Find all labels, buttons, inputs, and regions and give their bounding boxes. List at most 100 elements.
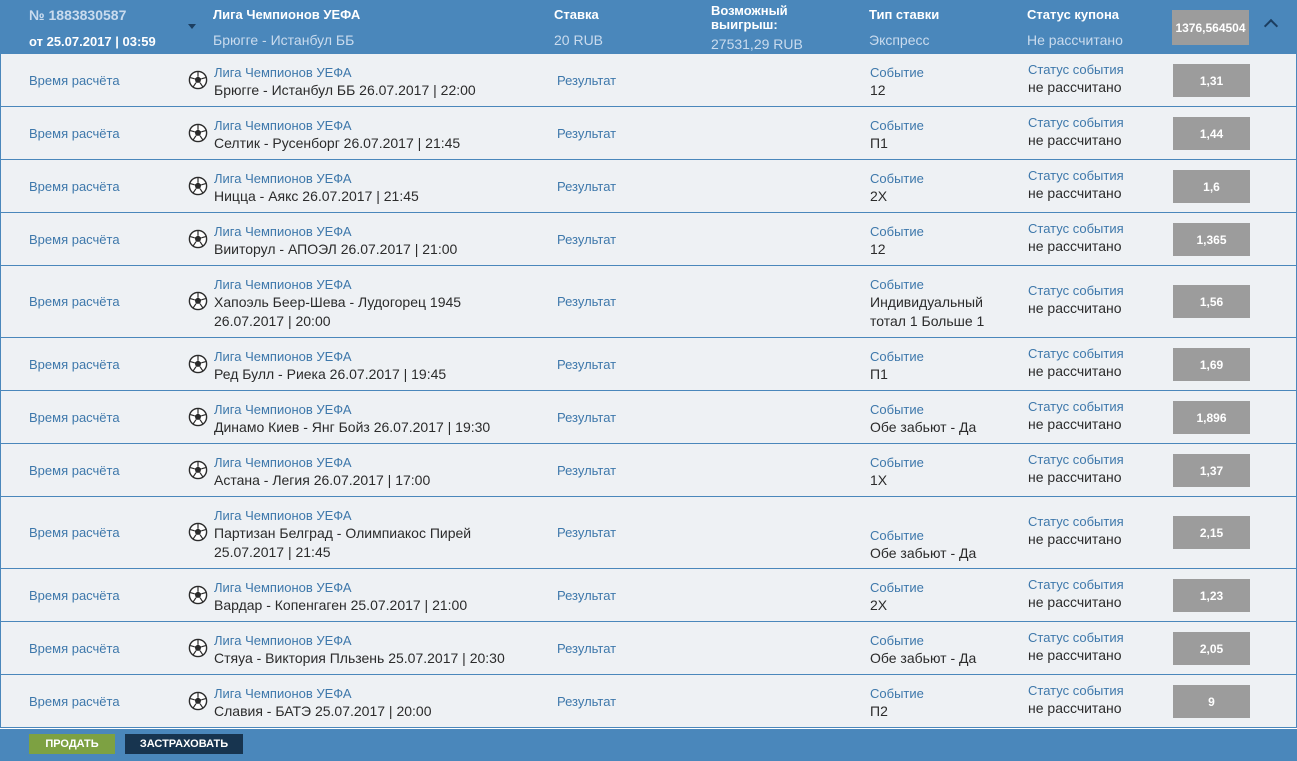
possible-win-value: 27531,29 RUB [711,36,803,52]
event-status-label: Статус события [1028,283,1124,298]
event-row: Время расчёта Лига Чемпионов УЕФА Селтик -… [0,107,1297,160]
event-tournament[interactable]: Лига Чемпионов УЕФА [214,118,352,133]
event-status-value: не рассчитано [1028,647,1122,663]
event-tournament[interactable]: Лига Чемпионов УЕФА [214,633,352,648]
event-status-value: не рассчитано [1028,132,1122,148]
event-tournament[interactable]: Лига Чемпионов УЕФА [214,686,352,701]
result-link[interactable]: Результат [557,410,616,425]
result-link[interactable]: Результат [557,588,616,603]
calc-time-link[interactable]: Время расчёта [29,126,120,141]
event-status-value: не рассчитано [1028,531,1122,547]
event-tournament[interactable]: Лига Чемпионов УЕФА [214,402,352,417]
coupon-details: № 1883830587 от 25.07.2017 | 03:59 Лига … [0,0,1297,761]
event-odds: 1,37 [1173,454,1250,487]
event-tournament[interactable]: Лига Чемпионов УЕФА [214,277,352,292]
event-row: Время расчёта Лига Чемпионов УЕФА Славия -… [0,675,1297,728]
calc-time-link[interactable]: Время расчёта [29,525,120,540]
calc-time-link[interactable]: Время расчёта [29,588,120,603]
event-match-line: 26.07.2017 | 20:00 [214,313,331,329]
event-status-label: Статус события [1028,577,1124,592]
calc-time-link[interactable]: Время расчёта [29,463,120,478]
event-status-label: Статус события [1028,115,1124,130]
result-link[interactable]: Результат [557,357,616,372]
event-bet-value: 2Х [870,597,888,613]
event-match-line: Брюгге - Истанбул ББ 26.07.2017 | 22:00 [214,82,476,98]
event-label: Событие [870,528,924,543]
coupon-status-value: Не рассчитано [1027,32,1123,48]
calc-time-link[interactable]: Время расчёта [29,357,120,372]
event-label: Событие [870,224,924,239]
result-link[interactable]: Результат [557,73,616,88]
event-odds: 2,15 [1173,516,1250,549]
event-tournament[interactable]: Лига Чемпионов УЕФА [214,455,352,470]
event-status-label: Статус события [1028,630,1124,645]
event-odds: 2,05 [1173,632,1250,665]
possible-win-label-line1: Возможный [711,3,788,18]
event-status-value: не рассчитано [1028,700,1122,716]
event-status-value: не рассчитано [1028,238,1122,254]
sell-button[interactable]: ПРОДАТЬ [29,734,115,754]
event-tournament[interactable]: Лига Чемпионов УЕФА [214,65,352,80]
result-link[interactable]: Результат [557,463,616,478]
event-bet-value: 2Х [870,188,888,204]
soccer-ball-icon [188,229,208,249]
caret-down-icon[interactable] [188,24,196,29]
event-status-value: не рассчитано [1028,185,1122,201]
calc-time-link[interactable]: Время расчёта [29,73,120,88]
event-row: Время расчёта Лига Чемпионов УЕФА Партизан… [0,497,1297,569]
event-status-value: не рассчитано [1028,416,1122,432]
stake-value: 20 RUB [554,32,604,48]
calc-time-link[interactable]: Время расчёта [29,232,120,247]
soccer-ball-icon [188,291,208,311]
result-link[interactable]: Результат [557,694,616,709]
result-link[interactable]: Результат [557,525,616,540]
coupon-match: Брюгге - Истанбул ББ [213,32,355,48]
event-tournament[interactable]: Лига Чемпионов УЕФА [214,224,352,239]
event-label: Событие [870,580,924,595]
event-label: Событие [870,633,924,648]
event-row: Время расчёта Лига Чемпионов УЕФА Ницца - … [0,160,1297,213]
event-bet-value: Обе забьют - Да [870,419,977,435]
calc-time-link[interactable]: Время расчёта [29,641,120,656]
calc-time-link[interactable]: Время расчёта [29,294,120,309]
event-label: Событие [870,686,924,701]
event-row: Время расчёта Лига Чемпионов УЕФА Динамо К… [0,391,1297,444]
event-tournament[interactable]: Лига Чемпионов УЕФА [214,171,352,186]
event-label: Событие [870,277,924,292]
result-link[interactable]: Результат [557,294,616,309]
result-link[interactable]: Результат [557,179,616,194]
event-odds: 1,6 [1173,170,1250,203]
event-label: Событие [870,171,924,186]
event-status-label: Статус события [1028,452,1124,467]
result-link[interactable]: Результат [557,126,616,141]
event-row: Время расчёта Лига Чемпионов УЕФА Брюгге -… [0,54,1297,107]
result-link[interactable]: Результат [557,641,616,656]
event-bet-value: 1Х [870,472,888,488]
calc-time-link[interactable]: Время расчёта [29,410,120,425]
insure-button[interactable]: ЗАСТРАХОВАТЬ [125,734,243,754]
calc-time-link[interactable]: Время расчёта [29,179,120,194]
event-match-line: Вииторул - АПОЭЛ 26.07.2017 | 21:00 [214,241,458,257]
event-bet-value: Обе забьют - Да [870,650,977,666]
event-row: Время расчёта Лига Чемпионов УЕФА Вардар -… [0,569,1297,622]
coupon-header[interactable]: № 1883830587 от 25.07.2017 | 03:59 Лига … [0,0,1297,54]
event-odds: 1,69 [1173,348,1250,381]
calc-time-link[interactable]: Время расчёта [29,694,120,709]
event-tournament[interactable]: Лига Чемпионов УЕФА [214,508,352,523]
soccer-ball-icon [188,176,208,196]
event-tournament[interactable]: Лига Чемпионов УЕФА [214,580,352,595]
event-bet-value: Обе забьют - Да [870,545,977,561]
soccer-ball-icon [188,460,208,480]
coupon-footer: ПРОДАТЬ ЗАСТРАХОВАТЬ [0,729,1297,761]
event-odds: 1,31 [1173,64,1250,97]
event-status-label: Статус события [1028,221,1124,236]
event-status-value: не рассчитано [1028,300,1122,316]
result-link[interactable]: Результат [557,232,616,247]
event-status-label: Статус события [1028,168,1124,183]
soccer-ball-icon [188,123,208,143]
event-row: Время расчёта Лига Чемпионов УЕФА Астана -… [0,444,1297,497]
possible-win-label: Возможный выигрыш: [711,4,788,32]
event-tournament[interactable]: Лига Чемпионов УЕФА [214,349,352,364]
chevron-up-icon[interactable] [1263,18,1279,34]
event-label: Событие [870,402,924,417]
